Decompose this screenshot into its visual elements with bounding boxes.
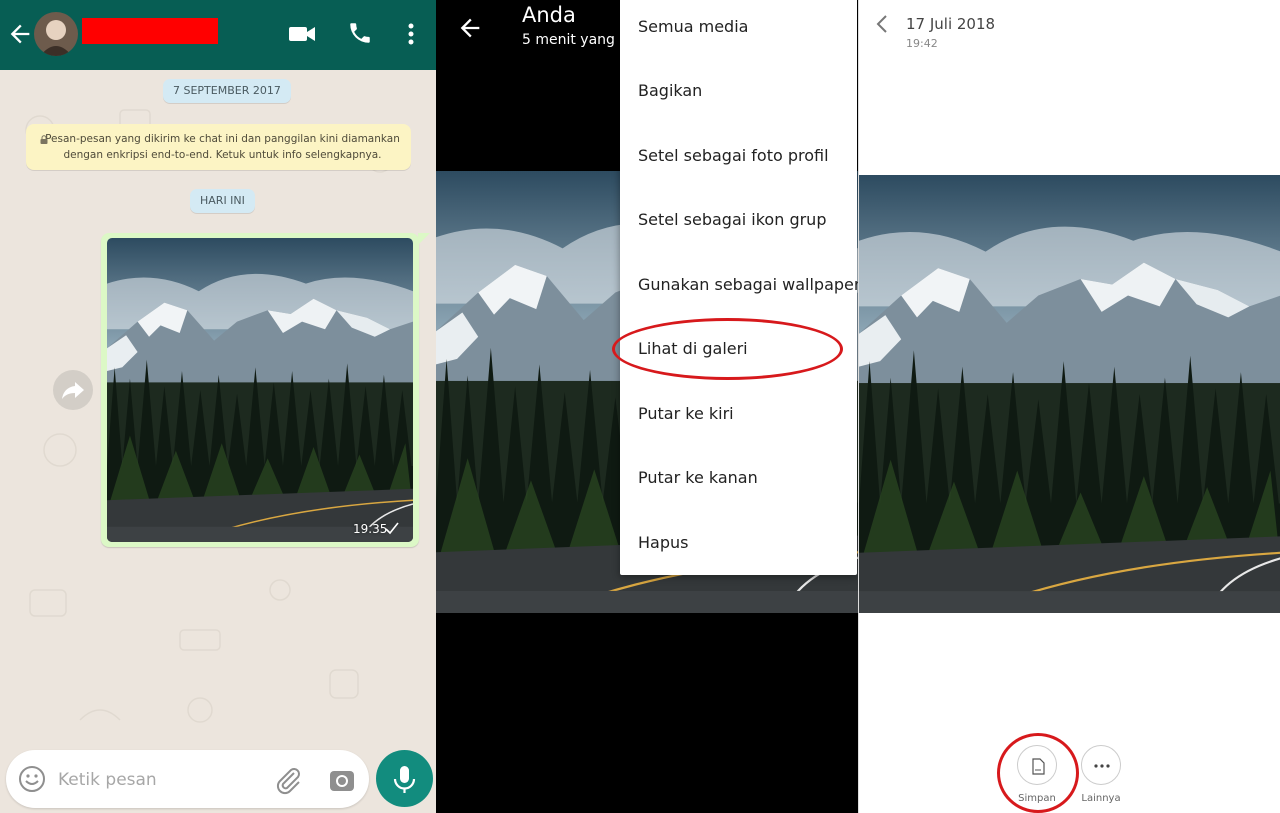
overflow-menu: Semua media Bagikan Setel sebagai foto p… <box>620 0 858 575</box>
emoji-icon[interactable] <box>17 764 47 794</box>
today-chip: HARI INI <box>190 189 255 213</box>
bubble-tail <box>418 233 430 245</box>
mic-button[interactable] <box>376 750 433 807</box>
gallery-panel: 17 Juli 2018 19:42 Simpan Lainnya <box>858 0 1280 813</box>
menu-item-rotate-right[interactable]: Putar ke kanan <box>620 446 857 510</box>
menu-item-bagikan[interactable]: Bagikan <box>620 59 857 123</box>
menu-item-set-group-icon[interactable]: Setel sebagai ikon grup <box>620 188 857 252</box>
back-arrow-icon[interactable] <box>456 14 484 42</box>
menu-item-view-in-gallery[interactable]: Lihat di galeri <box>620 317 857 381</box>
message-input[interactable] <box>58 766 258 794</box>
date-chip: 7 SEPTEMBER 2017 <box>163 79 291 103</box>
sent-check-icon <box>385 522 399 535</box>
gallery-date: 17 Juli 2018 <box>906 15 996 33</box>
camera-icon[interactable] <box>328 766 356 794</box>
document-icon <box>1032 758 1045 775</box>
message-image[interactable] <box>107 238 413 542</box>
video-call-icon[interactable] <box>288 22 316 46</box>
lock-icon <box>40 135 48 144</box>
gallery-time: 19:42 <box>906 37 938 50</box>
back-arrow-icon[interactable] <box>6 20 34 48</box>
mountain-road-photo <box>859 175 1280 613</box>
redacted-contact-name <box>82 18 218 44</box>
menu-item-set-profile-photo[interactable]: Setel sebagai foto profil <box>620 124 857 188</box>
menu-item-rotate-left[interactable]: Putar ke kiri <box>620 382 857 446</box>
avatar[interactable] <box>34 12 78 56</box>
save-button[interactable] <box>1017 745 1057 785</box>
menu-item-use-as-wallpaper[interactable]: Gunakan sebagai wallpaper <box>620 253 858 317</box>
more-button[interactable] <box>1081 745 1121 785</box>
avatar-photo <box>34 12 78 56</box>
chevron-left-icon[interactable] <box>875 14 889 34</box>
mic-icon <box>393 766 416 793</box>
chat-panel: 7 SEPTEMBER 2017 Pesan-pesan yang dikiri… <box>0 0 436 813</box>
encryption-notice[interactable]: Pesan-pesan yang dikirim ke chat ini dan… <box>26 124 411 170</box>
menu-item-delete[interactable]: Hapus <box>620 511 857 575</box>
media-viewer-panel: Anda 5 menit yang lalu Semua media Bagik… <box>436 0 858 813</box>
more-horizontal-icon <box>1094 764 1110 768</box>
save-label: Simpan <box>1018 793 1056 804</box>
mountain-road-photo <box>107 238 413 542</box>
menu-item-semua-media[interactable]: Semua media <box>620 0 857 59</box>
message-time: 19.35 <box>353 522 388 536</box>
viewer-title: Anda <box>522 3 576 27</box>
more-vertical-icon[interactable] <box>402 20 420 48</box>
phone-call-icon[interactable] <box>347 20 373 46</box>
gallery-image[interactable] <box>859 175 1280 613</box>
forward-button[interactable] <box>53 370 93 410</box>
attach-paperclip-icon[interactable] <box>274 765 302 795</box>
more-label: Lainnya <box>1081 793 1121 804</box>
encryption-notice-text: Pesan-pesan yang dikirim ke chat ini dan… <box>45 133 400 161</box>
forward-icon <box>62 382 84 399</box>
